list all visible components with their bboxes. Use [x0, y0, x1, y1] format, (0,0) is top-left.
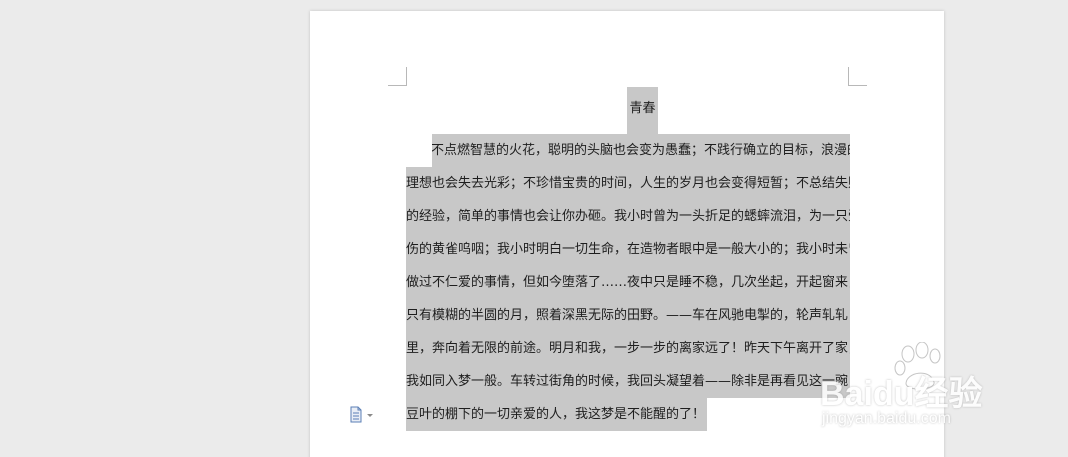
- margin-corner-top-right: [848, 67, 867, 86]
- paragraph-line-5[interactable]: 做过不仁爱的事情，但如今堕落了……夜中只是睡不稳，几次坐起，开起窗来，: [406, 266, 850, 299]
- paragraph-line-3[interactable]: 的经验，简单的事情也会让你办砸。我小时曾为一头折足的蟋蟀流泪，为一只受: [406, 200, 850, 233]
- paragraph-line-8[interactable]: 我如同入梦一般。车转过街角的时候，我回头凝望着——除非是再看见这一豌: [406, 365, 850, 398]
- paragraph-line-7[interactable]: 里，奔向着无限的前途。明月和我，一步一步的离家远了！昨天下午离开了家，: [406, 332, 850, 365]
- document-workspace: 青春 不点燃智慧的火花，聪明的头脑也会变为愚蠢；不践行确立的目标，浪漫的 理想也…: [0, 0, 1068, 457]
- document-page[interactable]: 青春 不点燃智慧的火花，聪明的头脑也会变为愚蠢；不践行确立的目标，浪漫的 理想也…: [310, 11, 944, 457]
- paragraph-line-2[interactable]: 理想也会失去光彩；不珍惜宝贵的时间，人生的岁月也会变得短暂；不总结失败: [406, 167, 850, 200]
- paste-options-icon[interactable]: [348, 406, 378, 424]
- document-title[interactable]: 青春: [627, 97, 658, 116]
- margin-corner-top-left: [388, 67, 407, 86]
- paragraph-line-6[interactable]: 只有模糊的半圆的月，照着深黑无际的田野。——车在风驰电掣的，轮声轧轧: [406, 299, 850, 332]
- paragraph-line-1[interactable]: 不点燃智慧的火花，聪明的头脑也会变为愚蠢；不践行确立的目标，浪漫的: [432, 134, 850, 167]
- title-selection-highlight: 青春: [627, 87, 658, 134]
- paragraph-line-9[interactable]: 豆叶的棚下的一切亲爱的人，我这梦是不能醒的了！: [406, 398, 707, 431]
- paragraph-line-4[interactable]: 伤的黄雀呜咽；我小时明白一切生命，在造物者眼中是一般大小的；我小时未曾: [406, 233, 850, 266]
